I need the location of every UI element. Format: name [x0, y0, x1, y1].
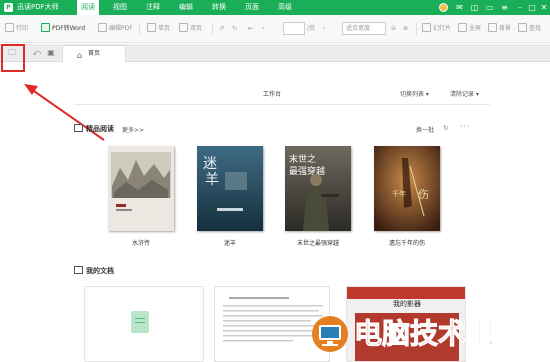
book-title-miyang[interactable]: 迷羊	[185, 238, 275, 247]
svg-text:最强穿越: 最强穿越	[289, 165, 325, 177]
switch-list-label: 切换列表	[400, 91, 425, 98]
yiwang-cover-art: 伤 千年	[374, 146, 440, 231]
featured-title-label: 精品阅读	[86, 125, 114, 133]
divider	[74, 104, 490, 105]
my-docs-title: 我的文档	[74, 266, 114, 276]
svg-text:末世之: 末世之	[289, 153, 316, 165]
divider	[135, 318, 145, 319]
document-icon	[74, 266, 83, 274]
miyang-cover-art: 迷 羊	[197, 146, 263, 231]
svg-text:千年: 千年	[392, 189, 406, 198]
svg-text:羊: 羊	[205, 172, 219, 188]
clear-history-label: 清除记录	[450, 91, 475, 98]
book-cover-miyang[interactable]: 迷 羊	[197, 146, 263, 231]
my-docs-label: 我的文档	[86, 267, 114, 275]
more-link[interactable]: 更多>>	[122, 125, 144, 134]
book-icon	[74, 124, 83, 132]
workbench-title: 工作台	[263, 91, 282, 98]
book-cover-moshi[interactable]: 末世之 最强穿越	[285, 146, 351, 231]
film-strip-top	[347, 287, 465, 299]
book-cover-shuihu[interactable]	[108, 146, 174, 231]
divider	[135, 322, 145, 323]
book-cover-yiwang[interactable]: 伤 千年	[374, 146, 440, 231]
moshi-cover-art: 末世之 最强穿越	[285, 146, 351, 231]
svg-text:迷: 迷	[203, 156, 217, 172]
book-title-shuihu[interactable]: 水浒传	[96, 238, 186, 247]
watermark: 电脑技术吧	[310, 310, 550, 362]
book-title-yiwang[interactable]: 遗忘千年的伤	[362, 238, 452, 247]
computer-icon	[312, 316, 348, 352]
more-options-icon[interactable]: ···	[460, 122, 471, 131]
switch-list-link[interactable]: 切换列表 ▾	[400, 89, 429, 98]
app-window: P 迅读PDF大师 阅读 视图 注释 编辑 转换 页面 高级 ✉ ◫ ▭ ≡ –…	[0, 0, 550, 362]
refresh-icon[interactable]: ↻	[443, 124, 449, 132]
watermark-text: 电脑技术吧	[353, 317, 495, 351]
shuihu-cover-art	[108, 146, 174, 231]
book-title-moshi[interactable]: 末世之最强穿越	[273, 238, 363, 247]
clear-history-link[interactable]: 清除记录 ▾	[450, 89, 479, 98]
movie-card-title: 我的影器	[393, 300, 421, 308]
doc-card-1[interactable]	[84, 286, 204, 362]
svg-text:伤: 伤	[418, 188, 429, 201]
featured-title: 精品阅读	[74, 124, 114, 134]
swap-batch-button[interactable]: 换一批	[416, 125, 434, 134]
